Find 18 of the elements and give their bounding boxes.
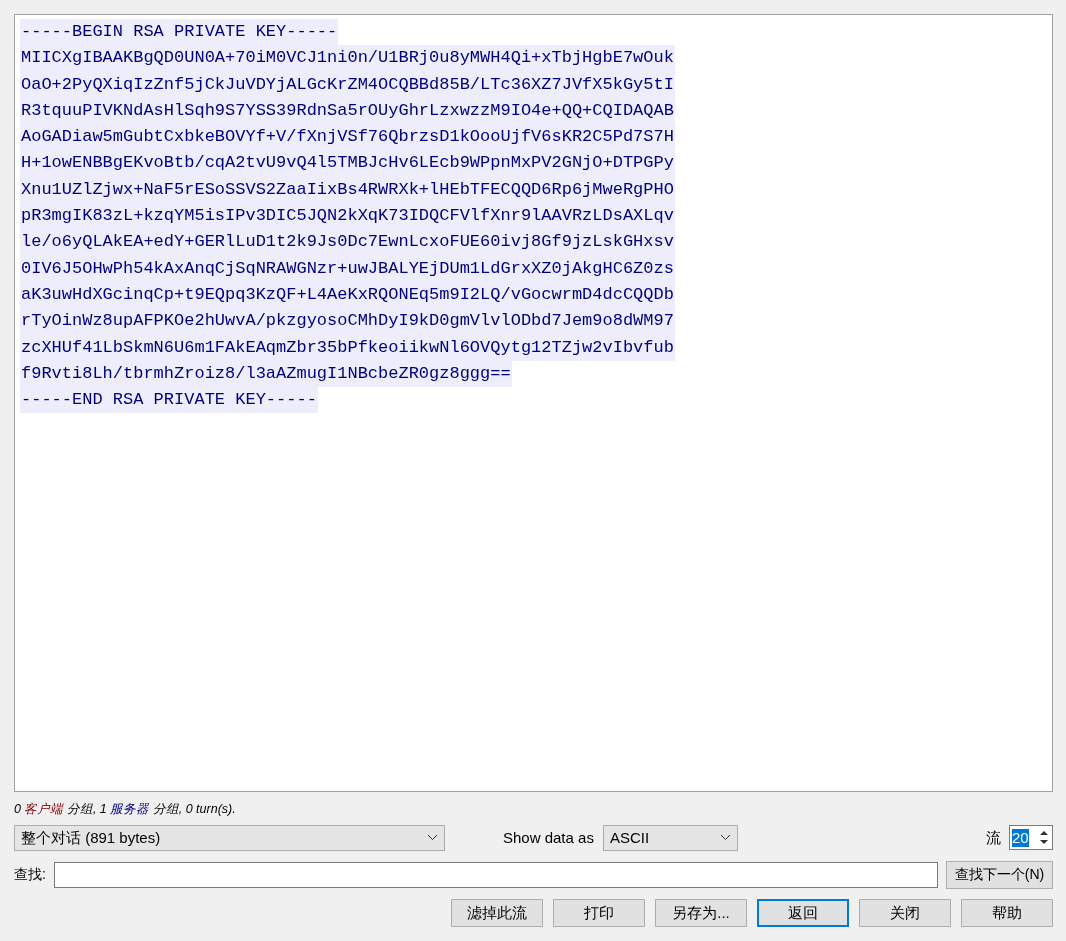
find-field[interactable] (53, 861, 938, 888)
format-dropdown[interactable]: ASCII (602, 824, 738, 851)
find-next-button[interactable]: 查找下一个(N) (946, 860, 1053, 889)
chevron-icon (719, 834, 731, 842)
dialog-button[interactable]: 滤掉此流 (451, 898, 543, 927)
dialog-button[interactable]: 关闭 (859, 898, 951, 927)
find-label: 查找: (14, 865, 46, 885)
conversation-dropdown[interactable]: 整个对话 (891 bytes) (14, 824, 445, 851)
dialog-button[interactable]: 另存为... (655, 898, 747, 927)
dialog-button[interactable]: 返回 (757, 898, 849, 927)
chevron-icon (427, 834, 438, 842)
show-data-label: Show data as (503, 827, 594, 848)
stream-text-area[interactable] (14, 14, 1053, 792)
dialog-button[interactable]: 打印 (553, 898, 645, 927)
dialog-button[interactable]: 帮助 (961, 898, 1053, 927)
packet-summary: 0 客户端 分组, 1 服务器 分组, 0 turn(s). (14, 801, 237, 818)
stream-label: 流 (986, 827, 1001, 848)
stream-spinbox[interactable]: 20 (1009, 825, 1053, 851)
